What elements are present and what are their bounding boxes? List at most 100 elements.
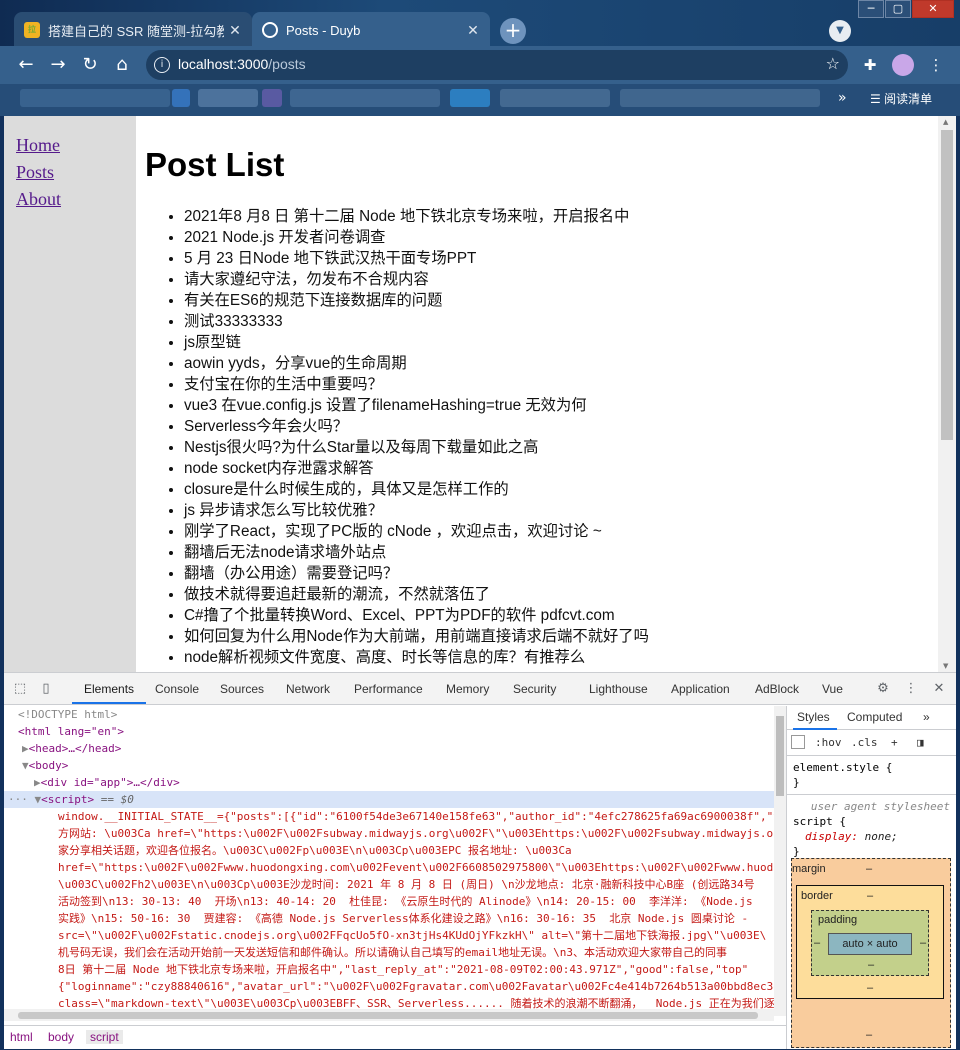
devtools-tab-elements[interactable]: Elements [84, 682, 134, 696]
cls-toggle[interactable]: .cls [851, 736, 878, 749]
site-info-icon[interactable]: i [154, 57, 170, 73]
expand-triangle-icon[interactable]: ▶ [22, 742, 29, 755]
post-item[interactable]: 测试33333333 [184, 311, 938, 332]
forward-arrow-icon[interactable]: → [46, 53, 70, 77]
box-padding[interactable]: padding – – – auto × auto [811, 910, 929, 976]
back-arrow-icon[interactable]: ← [14, 53, 38, 77]
post-item[interactable]: aowin yyds，分享vue的生命周期 [184, 353, 938, 374]
script-rule[interactable]: user agent stylesheet script { display: … [787, 795, 956, 864]
post-item[interactable]: 2021 Node.js 开发者问卷调查 [184, 227, 938, 248]
post-item[interactable]: Serverless今年会火吗？ [184, 416, 938, 437]
post-item[interactable]: node socket内存泄露求解答 [184, 458, 938, 479]
new-rule-icon[interactable]: + [891, 736, 898, 749]
scroll-down-arrow-icon[interactable]: ▼ [943, 662, 948, 670]
nav-about-link[interactable]: About [16, 188, 136, 211]
post-item[interactable]: 翻墙（办公用途）需要登记吗？ [184, 563, 938, 584]
more-bookmarks-icon[interactable]: » [838, 90, 847, 106]
reload-icon[interactable]: ↻ [78, 53, 102, 77]
tab-posts[interactable]: Posts - Duyb ✕ [252, 12, 490, 48]
bookmark-item[interactable] [20, 89, 170, 107]
element-style-rule[interactable]: element.style { } [787, 756, 956, 795]
bookmark-item[interactable] [290, 89, 440, 107]
post-item[interactable]: js原型链 [184, 332, 938, 353]
close-tab-icon[interactable]: ✕ [462, 22, 484, 39]
maximize-icon[interactable]: ▢ [885, 0, 911, 18]
expand-triangle-icon[interactable]: ▶ [34, 776, 41, 789]
address-bar[interactable]: i localhost:3000/posts ☆ [146, 50, 848, 80]
bookmark-item[interactable] [172, 89, 190, 107]
page-scroll-thumb[interactable] [941, 130, 953, 440]
bookmark-item[interactable] [198, 89, 258, 107]
elements-vscroll[interactable] [774, 706, 786, 1016]
devtools-tab-application[interactable]: Application [671, 682, 730, 696]
bookmark-item[interactable] [262, 89, 282, 107]
devtools-tab-network[interactable]: Network [286, 682, 330, 696]
post-item[interactable]: 有关在ES6的规范下连接数据库的问题 [184, 290, 938, 311]
menu-kebab-icon[interactable]: ⋮ [926, 55, 946, 75]
bookmark-item[interactable] [500, 89, 610, 107]
post-item[interactable]: 翻墙后无法node请求墙外站点 [184, 542, 938, 563]
tab-computed[interactable]: Computed [847, 710, 902, 724]
bookmark-item[interactable] [620, 89, 820, 107]
bookmark-star-icon[interactable]: ☆ [826, 54, 840, 73]
device-toolbar-icon[interactable]: ▯ [38, 681, 54, 697]
elements-hscroll[interactable] [4, 1009, 774, 1021]
scroll-up-arrow-icon[interactable]: ▲ [943, 118, 948, 126]
page-scrollbar[interactable]: ▲ ▼ [938, 116, 956, 672]
box-margin[interactable]: margin – – border – – padding – – – auto… [791, 858, 951, 1048]
devtools-tab-vue[interactable]: Vue [822, 682, 843, 696]
post-item[interactable]: C#撸了个批量转换Word、Excel、PPT为PDF的软件 pdfcvt.co… [184, 605, 938, 626]
post-item[interactable]: 做技术就得要追赶最新的潮流，不然就落伍了 [184, 584, 938, 605]
tab-search-icon[interactable]: ▼ [829, 20, 851, 42]
hov-toggle[interactable]: :hov [815, 736, 842, 749]
devtools-tab-lighthouse[interactable]: Lighthouse [589, 682, 648, 696]
dom-doctype[interactable]: <!DOCTYPE html> [18, 706, 117, 723]
profile-avatar[interactable] [892, 54, 914, 76]
post-item[interactable]: vue3 在vue.config.js 设置了filenameHashing=t… [184, 395, 938, 416]
post-item[interactable]: js 异步请求怎么写比较优雅？ [184, 500, 938, 521]
elements-vscroll-thumb[interactable] [776, 716, 784, 796]
rule-declaration[interactable]: display: none; [793, 829, 950, 844]
breadcrumb-html[interactable]: html [10, 1030, 33, 1044]
box-content[interactable]: auto × auto [828, 933, 912, 955]
devtools-tab-adblock[interactable]: AdBlock [755, 682, 799, 696]
dom-html-node[interactable]: <html lang="en"> [18, 723, 124, 740]
close-tab-icon[interactable]: ✕ [224, 22, 246, 39]
collapse-triangle-icon[interactable]: ▼ [22, 759, 29, 772]
reading-list-button[interactable]: ☰ 阅读清单 [870, 90, 932, 107]
filter-input[interactable] [791, 735, 805, 749]
post-item[interactable]: 2021年8 月8 日 第十二届 Node 地下铁北京专场来啦，开启报名中 [184, 206, 938, 227]
tab-styles[interactable]: Styles [797, 710, 830, 724]
tab-lagou[interactable]: 拉 搭建自己的 SSR 随堂测-拉勾教育 ✕ [14, 12, 252, 48]
minimize-icon[interactable]: ─ [858, 0, 884, 18]
home-icon[interactable]: ⌂ [110, 53, 134, 77]
devtools-menu-icon[interactable]: ⋮ [903, 681, 919, 697]
post-item[interactable]: closure是什么时候生成的，具体又是怎样工作的 [184, 479, 938, 500]
post-item[interactable]: node解析视频文件宽度、高度、时长等信息的库？有推荐么 [184, 647, 938, 668]
devtools-tab-security[interactable]: Security [513, 682, 556, 696]
breadcrumb-script[interactable]: script [86, 1030, 123, 1044]
breadcrumb-body[interactable]: body [48, 1030, 74, 1044]
bookmark-item[interactable] [450, 89, 490, 107]
toggle-sidebar-icon[interactable]: ◨ [917, 736, 924, 749]
nav-home-link[interactable]: Home [16, 134, 136, 157]
settings-gear-icon[interactable]: ⚙ [875, 681, 891, 697]
window-close-icon[interactable]: ✕ [912, 0, 954, 18]
post-item[interactable]: Nestjs很火吗?为什么Star量以及每周下载量如此之高 [184, 437, 938, 458]
devtools-close-icon[interactable]: ✕ [931, 681, 947, 697]
post-item[interactable]: 请大家遵纪守法，勿发布不合规内容 [184, 269, 938, 290]
devtools-tab-console[interactable]: Console [155, 682, 199, 696]
devtools-tab-performance[interactable]: Performance [354, 682, 423, 696]
nav-posts-link[interactable]: Posts [16, 161, 136, 184]
new-tab-button[interactable]: + [500, 18, 526, 44]
devtools-tab-sources[interactable]: Sources [220, 682, 264, 696]
more-tabs-icon[interactable]: » [923, 710, 930, 724]
inspect-element-icon[interactable]: ⬚ [12, 681, 28, 697]
extensions-puzzle-icon[interactable]: ✚ [860, 55, 880, 75]
dom-head-node[interactable]: ▶<head>…</head> [22, 740, 121, 757]
elements-hscroll-thumb[interactable] [18, 1012, 758, 1019]
box-border[interactable]: border – – padding – – – auto × auto [796, 885, 944, 999]
post-item[interactable]: 刚学了React，实现了PC版的 cNode ，欢迎点击，欢迎讨论 ~ [184, 521, 938, 542]
post-item[interactable]: 支付宝在你的生活中重要吗？ [184, 374, 938, 395]
devtools-tab-memory[interactable]: Memory [446, 682, 489, 696]
